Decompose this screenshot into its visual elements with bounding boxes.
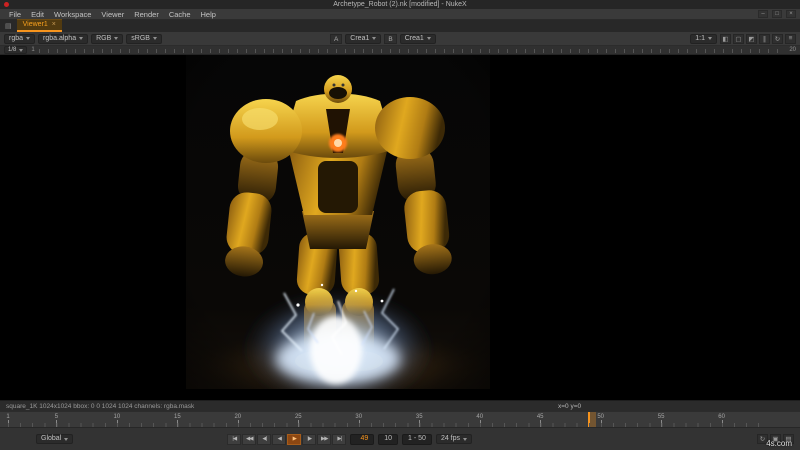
maximize-button[interactable]: □ [772, 10, 782, 18]
menu-cache[interactable]: Cache [164, 10, 196, 19]
menu-workspace[interactable]: Workspace [49, 10, 96, 19]
goto-end-button[interactable]: ▶| [332, 433, 347, 445]
tab-viewer1-label: Viewer1 [22, 21, 48, 28]
strip-start-label: 1 [31, 47, 35, 53]
chevron-down-icon [114, 37, 119, 40]
frame-range-field[interactable]: 1 - 50 [402, 433, 432, 445]
play-backward-button[interactable]: ◀ [272, 433, 287, 445]
roi-icon[interactable]: ▢ [733, 33, 744, 44]
frame-range-mode-dropdown[interactable]: Global [36, 434, 74, 444]
chevron-down-icon [19, 48, 24, 52]
colorspace-dropdown[interactable]: sRGB [126, 33, 162, 44]
chevron-down-icon [152, 37, 157, 40]
display-mode-label: RGB [96, 34, 112, 42]
viewer-frame-strip[interactable] [38, 49, 786, 53]
menu-file[interactable]: File [4, 10, 26, 19]
titlebar: Archetype_Robot (2).nk [modified] - Nuke… [0, 0, 800, 9]
chevron-down-icon [26, 37, 31, 40]
downrez-label: 1/8 [8, 47, 17, 53]
viewer-toolbar: rgba rgba.alpha RGB sRGB A Crea1 B Crea1… [0, 32, 800, 46]
fps-dropdown[interactable]: 24 fps [435, 434, 473, 444]
play-forward-fast-button[interactable]: ▶▶ [317, 433, 332, 445]
ruler-scale[interactable]: 1 5 10 15 20 25 30 35 40 45 50 55 60 [6, 412, 770, 427]
proxy-bar: 1/8 1 20 [0, 46, 800, 55]
channels-label: rgba [9, 34, 24, 42]
close-button[interactable]: × [786, 10, 796, 18]
display-mode-dropdown[interactable]: RGB [91, 33, 124, 44]
menu-help[interactable]: Help [196, 10, 221, 19]
playhead[interactable] [587, 412, 596, 427]
menubar: File Edit Workspace Viewer Render Cache Help –… [0, 9, 800, 20]
menu-viewer[interactable]: Viewer [96, 10, 129, 19]
cursor-position: x=0 y=0 [558, 402, 582, 410]
proxy-toggle-icon[interactable]: ◩ [746, 33, 757, 44]
transport-cluster: |◀ ◀◀ ◀| ◀ ▶ |▶ ▶▶ ▶| 49 10 1 - 50 24 fps [227, 433, 473, 445]
fps-label: 24 fps [440, 435, 461, 442]
input-a-dropdown[interactable]: Crea1 [345, 33, 382, 44]
colorspace-label: sRGB [131, 34, 150, 42]
input-b-value: Crea1 [404, 34, 424, 42]
viewer-settings-icon[interactable]: ≡ [785, 33, 796, 44]
record-indicator-icon [4, 2, 9, 7]
goto-start-button[interactable]: |◀ [227, 433, 242, 445]
menu-edit[interactable]: Edit [26, 10, 49, 19]
ab-input-group: A Crea1 B Crea1 [329, 33, 436, 44]
strip-end-label: 20 [789, 47, 796, 53]
zoom-level-dropdown[interactable]: 1:1 [690, 33, 717, 44]
timeline-ruler[interactable]: 1 5 10 15 20 25 30 35 40 45 50 55 60 [0, 411, 800, 427]
pane-menu-icon[interactable]: ▤ [3, 22, 14, 32]
minimize-button[interactable]: – [758, 10, 768, 18]
refresh-icon[interactable]: ↻ [772, 33, 783, 44]
menu-render[interactable]: Render [129, 10, 164, 19]
input-b-dropdown[interactable]: Crea1 [399, 33, 436, 44]
current-frame-field[interactable]: 49 [350, 433, 375, 445]
alpha-channel-label: rgba.alpha [43, 34, 77, 42]
chevron-down-icon [708, 37, 712, 40]
transport-buttons: |◀ ◀◀ ◀| ◀ ▶ |▶ ▶▶ ▶| [227, 433, 347, 445]
chevron-down-icon [463, 437, 468, 441]
pause-updates-icon[interactable]: ∥ [759, 33, 770, 44]
step-forward-button[interactable]: |▶ [302, 433, 317, 445]
downrez-dropdown[interactable]: 1/8 [4, 46, 28, 54]
transport-bar: Global |◀ ◀◀ ◀| ◀ ▶ |▶ ▶▶ ▶| 49 10 1 - 50 24 fp… [0, 427, 800, 450]
frame-range-mode-label: Global [41, 435, 62, 442]
wipe-mode-icon[interactable]: ◧ [720, 33, 731, 44]
viewer-icon-row: ◧ ▢ ◩ ∥ ↻ ≡ [720, 33, 796, 44]
play-backward-fast-button[interactable]: ◀◀ [242, 433, 257, 445]
robot-render-image [177, 55, 507, 409]
tab-close-icon[interactable]: × [52, 20, 56, 30]
tabstrip: ▤ Viewer1 × [0, 19, 800, 32]
rendered-frame [177, 55, 507, 409]
play-forward-button[interactable]: ▶ [287, 433, 302, 445]
input-a-value: Crea1 [350, 34, 370, 42]
viewer-info-bar: square_1K 1024x1024 bbox: 0 0 1024 1024 … [0, 400, 800, 411]
menubar-items: File Edit Workspace Viewer Render Cache Help [4, 10, 221, 19]
chevron-down-icon [372, 37, 377, 40]
alpha-channel-dropdown[interactable]: rgba.alpha [38, 33, 89, 44]
viewer-toolbar-right: 1:1 ◧ ▢ ◩ ∥ ↻ ≡ [690, 33, 796, 44]
input-a-label: A [329, 33, 343, 44]
channels-dropdown[interactable]: rgba [4, 33, 36, 44]
tab-viewer1[interactable]: Viewer1 × [16, 19, 62, 32]
nukex-window: Archetype_Robot (2).nk [modified] - Nuke… [0, 0, 800, 450]
window-title: Archetype_Robot (2).nk [modified] - Nuke… [333, 1, 467, 8]
watermark: 4s.com [766, 439, 792, 448]
zoom-level-label: 1:1 [695, 34, 705, 42]
format-info: square_1K 1024x1024 bbox: 0 0 1024 1024 … [6, 402, 195, 410]
frame-increment-field[interactable]: 10 [378, 433, 399, 445]
window-controls: – □ × [758, 10, 796, 18]
input-b-label: B [384, 33, 397, 44]
step-back-button[interactable]: ◀| [257, 433, 272, 445]
chevron-down-icon [426, 37, 431, 40]
chevron-down-icon [64, 437, 69, 441]
chevron-down-icon [79, 37, 84, 40]
viewer-canvas[interactable] [0, 55, 800, 409]
